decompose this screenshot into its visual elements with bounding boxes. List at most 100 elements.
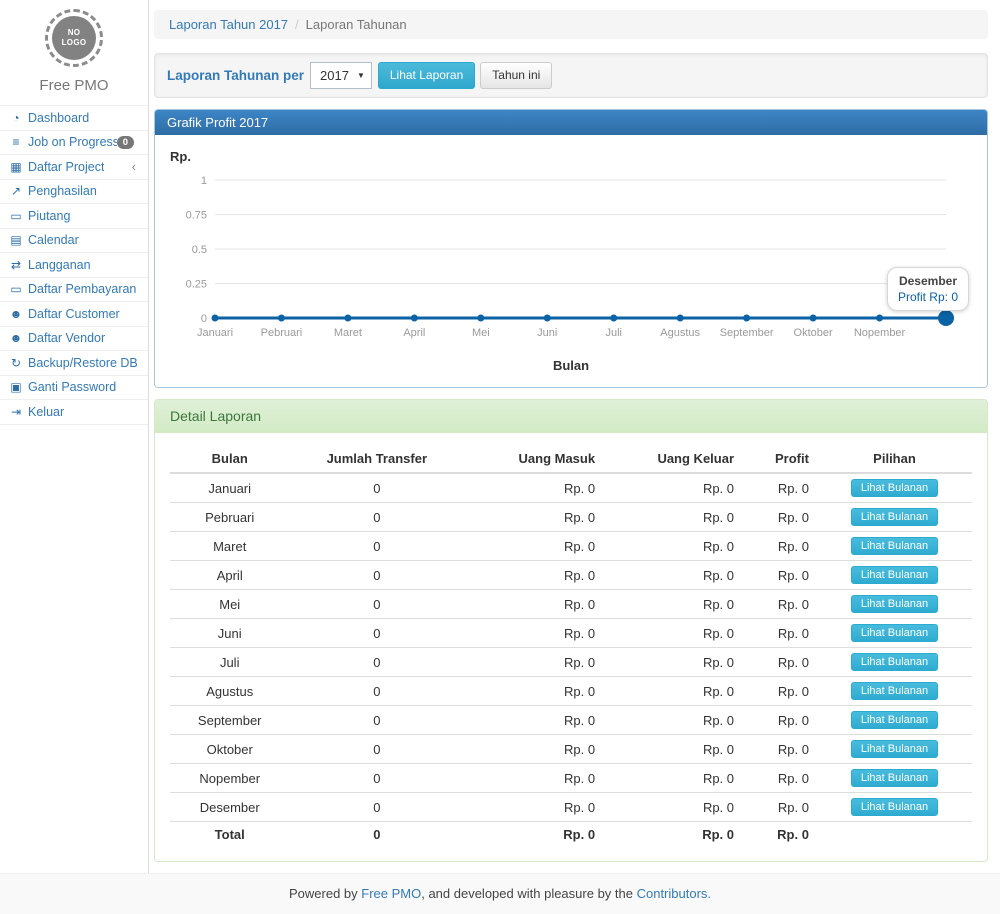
sidebar-item-job-on-progress[interactable]: ≡Job on Progress0: [0, 131, 148, 156]
sidebar-item-label: Daftar Project: [28, 160, 104, 174]
sidebar-item-langganan[interactable]: ⇄Langganan: [0, 253, 148, 278]
sidebar-item-piutang[interactable]: ▭Piutang: [0, 204, 148, 229]
cell-profit: Rp. 0: [742, 532, 817, 561]
table-row: April0Rp. 0Rp. 0Rp. 0Lihat Bulanan: [170, 561, 972, 590]
tooltip-month: Desember: [898, 274, 958, 288]
year-select[interactable]: 2017 ▼: [310, 62, 372, 89]
sidebar-item-daftar-pembayaran[interactable]: ▭Daftar Pembayaran: [0, 278, 148, 303]
view-monthly-button[interactable]: Lihat Bulanan: [851, 711, 938, 729]
cell-profit: Rp. 0: [742, 648, 817, 677]
table-row: Desember0Rp. 0Rp. 0Rp. 0Lihat Bulanan: [170, 793, 972, 822]
svg-text:Maret: Maret: [334, 327, 362, 339]
table-header-row: BulanJumlah TransferUang MasukUang Kelua…: [170, 445, 972, 473]
cell-pilihan: Lihat Bulanan: [817, 735, 972, 764]
view-monthly-button[interactable]: Lihat Bulanan: [851, 566, 938, 584]
cell-uang_keluar: Rp. 0: [603, 590, 742, 619]
cell-uang_masuk: Rp. 0: [464, 735, 603, 764]
cell-uang_keluar: Rp. 0: [603, 648, 742, 677]
app-name: Free PMO: [0, 77, 148, 94]
sidebar-item-label: Daftar Pembayaran: [28, 282, 136, 296]
cell-uang_keluar: Rp. 0: [603, 473, 742, 503]
chart-svg: 10.750.50.250JanuariPebruariMaretAprilMe…: [170, 166, 972, 358]
column-header-uang-masuk: Uang Masuk: [464, 445, 603, 473]
cell-bulan: Desember: [170, 793, 289, 822]
cell-uang_masuk: Rp. 0: [464, 503, 603, 532]
cell-uang_keluar: Rp. 0: [603, 706, 742, 735]
sidebar-item-dashboard[interactable]: ◔Dashboard: [0, 106, 148, 131]
sidebar-item-penghasilan[interactable]: ↗ Penghasilan: [0, 180, 148, 205]
chart-y-axis-title: Rp.: [170, 149, 972, 164]
sidebar-item-label: Penghasilan: [28, 184, 97, 198]
cell-jumlah_transfer: 0: [289, 822, 464, 848]
logo-text: NO LOGO: [52, 16, 96, 60]
svg-text:April: April: [403, 327, 425, 339]
cell-uang_masuk: Rp. 0: [464, 793, 603, 822]
cell-bulan: Agustus: [170, 677, 289, 706]
cell-profit: Rp. 0: [742, 503, 817, 532]
sidebar-item-label: Dashboard: [28, 111, 89, 125]
tasks-icon: ≡: [8, 135, 24, 149]
report-table: BulanJumlah TransferUang MasukUang Kelua…: [170, 445, 972, 847]
cell-profit: Rp. 0: [742, 561, 817, 590]
svg-text:Agustus: Agustus: [660, 327, 700, 339]
column-header-profit: Profit: [742, 445, 817, 473]
view-monthly-button[interactable]: Lihat Bulanan: [851, 769, 938, 787]
svg-text:0.75: 0.75: [186, 210, 207, 222]
view-monthly-button[interactable]: Lihat Bulanan: [851, 537, 938, 555]
sidebar-item-daftar-project[interactable]: ▦Daftar Project‹: [0, 155, 148, 180]
cell-bulan: Mei: [170, 590, 289, 619]
sidebar-item-keluar[interactable]: ⇥Keluar: [0, 400, 148, 425]
profit-line-chart[interactable]: 10.750.50.250JanuariPebruariMaretAprilMe…: [170, 166, 972, 358]
cell-profit: Rp. 0: [742, 793, 817, 822]
cell-jumlah_transfer: 0: [289, 473, 464, 503]
sidebar-menu: ◔Dashboard≡Job on Progress0▦Daftar Proje…: [0, 105, 148, 425]
chart-line-icon: ↗: [8, 184, 24, 198]
table-row: September0Rp. 0Rp. 0Rp. 0Lihat Bulanan: [170, 706, 972, 735]
view-monthly-button[interactable]: Lihat Bulanan: [851, 653, 938, 671]
free-pmo-link[interactable]: Free PMO: [361, 886, 421, 901]
view-monthly-button[interactable]: Lihat Bulanan: [851, 508, 938, 526]
cell-bulan: Juni: [170, 619, 289, 648]
cell-jumlah_transfer: 0: [289, 706, 464, 735]
cell-jumlah_transfer: 0: [289, 619, 464, 648]
breadcrumb-link-laporan-tahun[interactable]: Laporan Tahun 2017: [169, 17, 288, 32]
view-monthly-button[interactable]: Lihat Bulanan: [851, 740, 938, 758]
cell-profit: Rp. 0: [742, 473, 817, 503]
contributors-link[interactable]: Contributors.: [637, 886, 711, 901]
calendar-icon: ▤: [8, 233, 24, 247]
lock-icon: ▣: [8, 380, 24, 394]
sidebar-item-calendar[interactable]: ▤Calendar: [0, 229, 148, 254]
view-monthly-button[interactable]: Lihat Bulanan: [851, 479, 938, 497]
view-monthly-button[interactable]: Lihat Bulanan: [851, 624, 938, 642]
footer-text-middle: , and developed with pleasure by the: [421, 886, 636, 901]
cell-profit: Rp. 0: [742, 764, 817, 793]
cell-uang_masuk: Rp. 0: [464, 706, 603, 735]
sidebar-item-backup-restore-db[interactable]: ↻Backup/Restore DB: [0, 351, 148, 376]
cell-uang_keluar: Rp. 0: [603, 532, 742, 561]
sidebar-item-ganti-password[interactable]: ▣ Ganti Password: [0, 376, 148, 401]
view-report-button[interactable]: Lihat Laporan: [378, 62, 475, 88]
cell-uang_keluar: Rp. 0: [603, 561, 742, 590]
cell-jumlah_transfer: 0: [289, 793, 464, 822]
breadcrumb: Laporan Tahun 2017/Laporan Tahunan: [154, 10, 988, 39]
main-content: Laporan Tahun 2017/Laporan Tahunan Lapor…: [149, 0, 1000, 873]
this-year-button[interactable]: Tahun ini: [480, 62, 552, 88]
cell-uang_masuk: Rp. 0: [464, 822, 603, 848]
cell-uang_masuk: Rp. 0: [464, 619, 603, 648]
filter-bar: Laporan Tahunan per 2017 ▼ Lihat Laporan…: [154, 53, 988, 98]
detail-panel-body: BulanJumlah TransferUang MasukUang Kelua…: [155, 433, 987, 861]
cell-jumlah_transfer: 0: [289, 648, 464, 677]
view-monthly-button[interactable]: Lihat Bulanan: [851, 595, 938, 613]
svg-text:1: 1: [201, 175, 207, 187]
repeat-icon: ⇄: [8, 258, 24, 272]
logo-line2: LOGO: [52, 38, 96, 48]
logo-line1: NO: [52, 28, 96, 38]
view-monthly-button[interactable]: Lihat Bulanan: [851, 682, 938, 700]
breadcrumb-current: Laporan Tahunan: [306, 17, 407, 32]
view-monthly-button[interactable]: Lihat Bulanan: [851, 798, 938, 816]
sidebar-item-label: Ganti Password: [28, 380, 116, 394]
cell-profit: Rp. 0: [742, 706, 817, 735]
cell-uang_masuk: Rp. 0: [464, 764, 603, 793]
sidebar-item-daftar-customer[interactable]: ☻Daftar Customer: [0, 302, 148, 327]
sidebar-item-daftar-vendor[interactable]: ☻Daftar Vendor: [0, 327, 148, 352]
